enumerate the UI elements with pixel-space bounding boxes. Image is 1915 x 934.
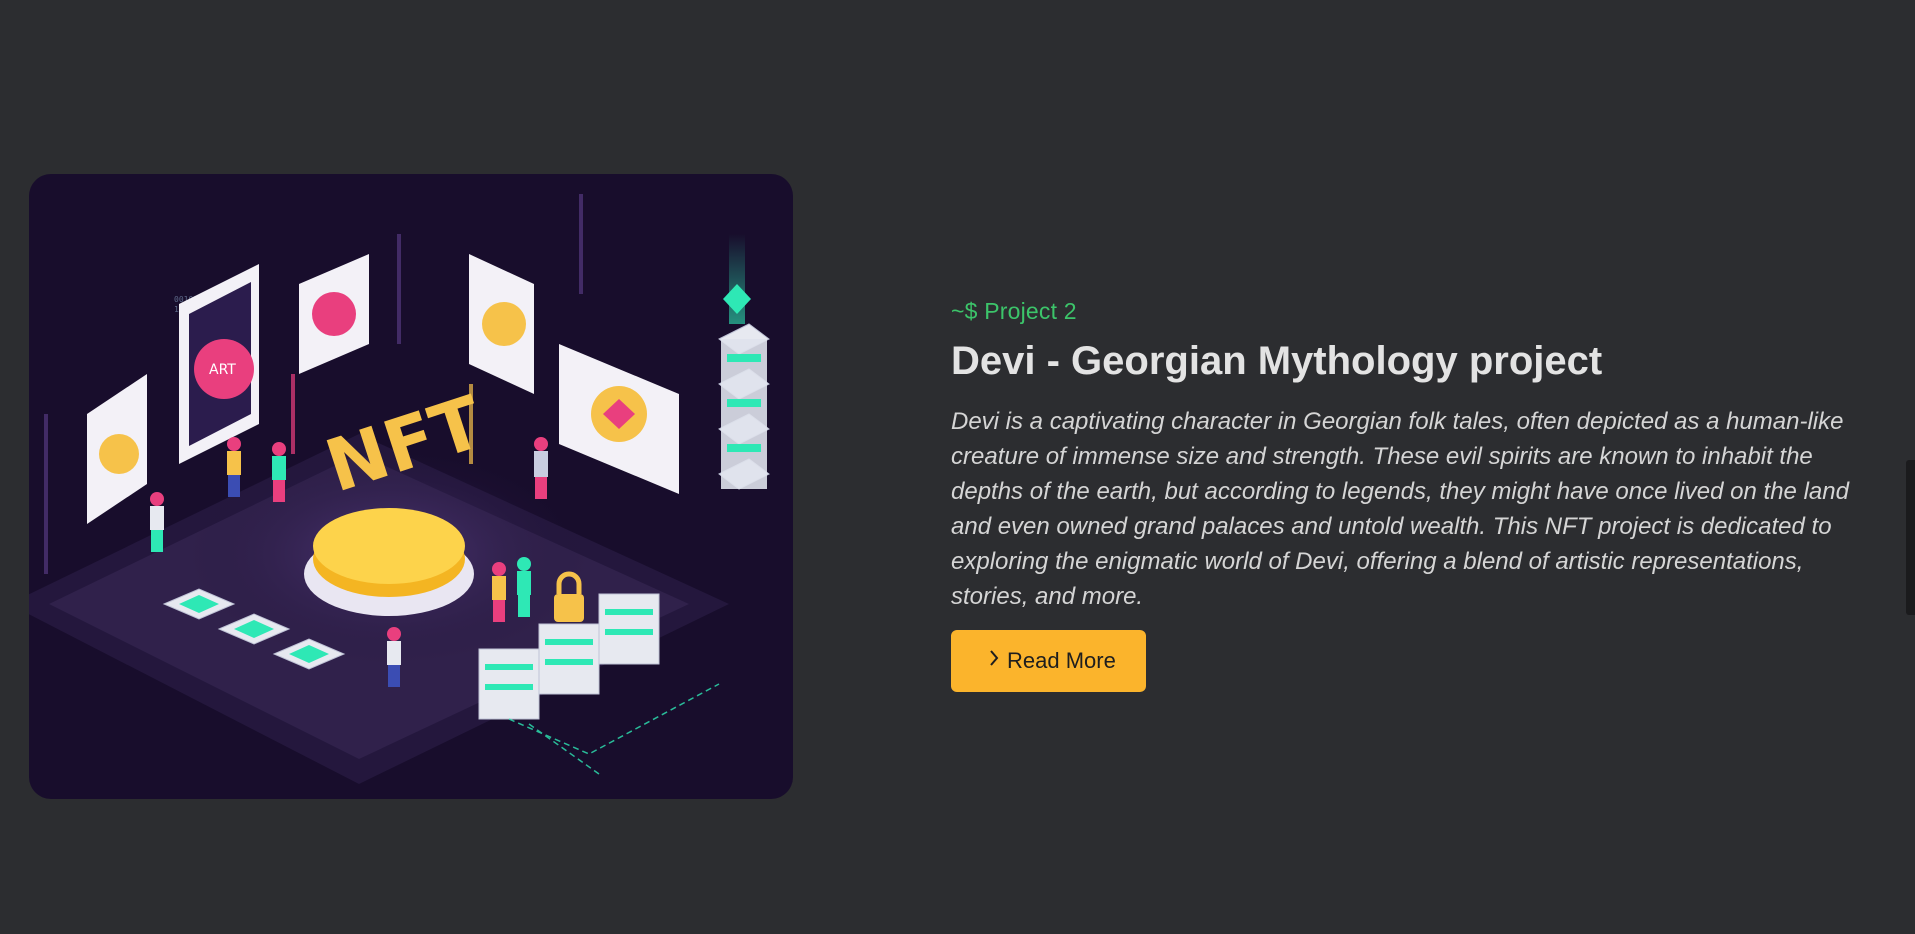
project-eyebrow: ~$ Project 2 (951, 298, 1077, 324)
read-more-label: Read More (1007, 648, 1116, 673)
read-more-button[interactable]: Read More (951, 630, 1146, 692)
nft-isometric-art: 0010101000101101 1010010110101011 ART (29, 194, 770, 784)
art-label: ART (209, 362, 236, 378)
project-description: Devi is a captivating character in Georg… (951, 408, 1849, 610)
project-title: Devi - Georgian Mythology project (951, 339, 1603, 383)
chevron-right-icon (990, 650, 999, 666)
page: 0010101000101101 1010010110101011 ART (0, 0, 1915, 934)
project-content: ~$ Project 2 Devi - Georgian Mythology p… (951, 296, 1871, 692)
nft-illustration: 0010101000101101 1010010110101011 ART (29, 174, 793, 799)
scrollbar-thumb[interactable] (1906, 460, 1915, 615)
